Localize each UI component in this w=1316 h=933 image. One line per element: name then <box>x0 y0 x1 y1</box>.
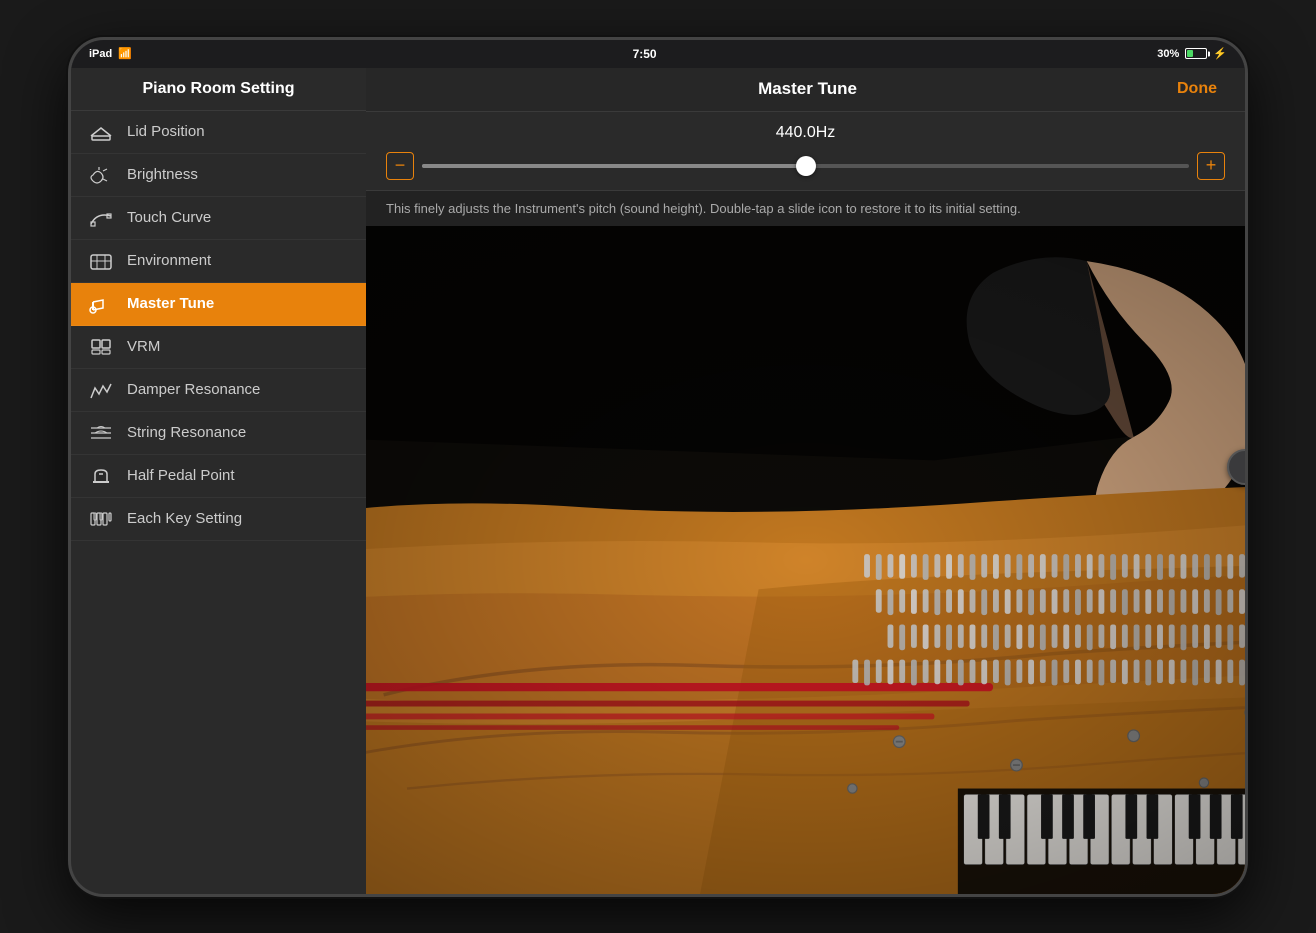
lid-position-label: Lid Position <box>127 123 205 140</box>
main-header: Master Tune Done <box>366 68 1245 112</box>
sidebar: Piano Room Setting Lid Position <box>71 68 366 894</box>
sidebar-title: Piano Room Setting <box>87 80 350 98</box>
charging-icon: ⚡ <box>1213 47 1227 60</box>
battery-percent: 30% <box>1157 48 1179 60</box>
main-title: Master Tune <box>446 79 1169 99</box>
piano-image-area <box>366 226 1245 894</box>
sidebar-item-environment[interactable]: Environment <box>71 240 366 283</box>
half-pedal-point-icon <box>87 465 115 487</box>
sidebar-items: Lid Position Brightness <box>71 111 366 894</box>
brightness-icon <box>87 164 115 186</box>
each-key-setting-label: Each Key Setting <box>127 510 242 527</box>
string-resonance-label: String Resonance <box>127 424 246 441</box>
sidebar-item-touch-curve[interactable]: Touch Curve <box>71 197 366 240</box>
tune-description: This finely adjusts the Instrument's pit… <box>366 190 1245 226</box>
sidebar-item-damper-resonance[interactable]: Damper Resonance <box>71 369 366 412</box>
sidebar-item-string-resonance[interactable]: String Resonance <box>71 412 366 455</box>
master-tune-icon <box>87 293 115 315</box>
brightness-label: Brightness <box>127 166 198 183</box>
vrm-icon <box>87 336 115 358</box>
minus-button[interactable]: − <box>386 152 414 180</box>
damper-resonance-icon <box>87 379 115 401</box>
tune-value: 440.0Hz <box>386 124 1225 142</box>
battery-fill <box>1187 50 1192 57</box>
side-button[interactable] <box>68 390 69 406</box>
status-right: 30% ⚡ <box>1157 47 1227 60</box>
string-resonance-icon <box>87 422 115 444</box>
piano-visual <box>366 226 1245 894</box>
each-key-setting-icon <box>87 508 115 530</box>
slider-track[interactable] <box>422 164 1189 168</box>
vrm-label: VRM <box>127 338 160 355</box>
status-time: 7:50 <box>633 47 657 61</box>
plus-button[interactable]: + <box>1197 152 1225 180</box>
done-button[interactable]: Done <box>1169 76 1225 102</box>
app-container: Piano Room Setting Lid Position <box>71 68 1245 894</box>
sidebar-item-lid-position[interactable]: Lid Position <box>71 111 366 154</box>
slider-row: − + <box>386 152 1225 180</box>
environment-label: Environment <box>127 252 211 269</box>
sidebar-item-each-key-setting[interactable]: Each Key Setting <box>71 498 366 541</box>
slider-fill <box>422 164 806 168</box>
status-left: iPad 📶 <box>89 47 132 60</box>
tune-area: 440.0Hz − + <box>366 112 1245 190</box>
touch-curve-label: Touch Curve <box>127 209 211 226</box>
master-tune-label: Master Tune <box>127 295 214 312</box>
status-bar: iPad 📶 7:50 30% ⚡ <box>71 40 1245 68</box>
sidebar-item-vrm[interactable]: VRM <box>71 326 366 369</box>
slider-thumb[interactable] <box>796 156 816 176</box>
sidebar-item-master-tune[interactable]: Master Tune <box>71 283 366 326</box>
half-pedal-point-label: Half Pedal Point <box>127 467 235 484</box>
damper-resonance-label: Damper Resonance <box>127 381 260 398</box>
main-panel: Master Tune Done 440.0Hz − + This finely… <box>366 68 1245 894</box>
wifi-icon: 📶 <box>118 47 132 60</box>
battery-icon <box>1185 48 1207 59</box>
ipad-label: iPad <box>89 48 112 60</box>
sidebar-item-brightness[interactable]: Brightness <box>71 154 366 197</box>
device-frame: iPad 📶 7:50 30% ⚡ Piano Room Setting <box>68 37 1248 897</box>
environment-icon <box>87 250 115 272</box>
sidebar-header: Piano Room Setting <box>71 68 366 111</box>
piano-svg <box>366 226 1245 894</box>
lid-position-icon <box>87 121 115 143</box>
sidebar-item-half-pedal-point[interactable]: Half Pedal Point <box>71 455 366 498</box>
touch-curve-icon <box>87 207 115 229</box>
